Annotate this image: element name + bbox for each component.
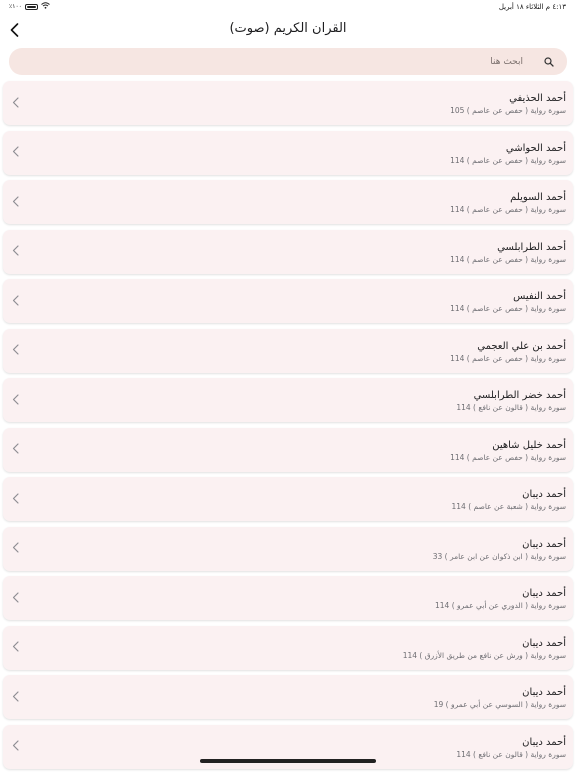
reciter-row[interactable]: أحمد خضر الطرابلسي سورة رواية ( قالون عن… — [3, 378, 573, 422]
reciter-name: أحمد السويلم — [450, 191, 566, 204]
reciter-name: أحمد خليل شاهين — [450, 439, 566, 452]
reciter-text: أحمد ديبان سورة رواية ( ورش عن نافع من ط… — [403, 637, 566, 661]
reciter-row[interactable]: أحمد ديبان سورة رواية ( السوسي عن أبي عم… — [3, 675, 573, 719]
chevron-left-icon — [10, 442, 20, 456]
reciter-row[interactable]: أحمد خليل شاهين سورة رواية ( حفص عن عاصم… — [3, 428, 573, 472]
reciter-text: أحمد بن علي العجمي سورة رواية ( حفص عن ع… — [450, 340, 566, 364]
reciter-row[interactable]: أحمد السويلم سورة رواية ( حفص عن عاصم ) … — [3, 180, 573, 224]
reciter-text: أحمد خضر الطرابلسي سورة رواية ( قالون عن… — [456, 389, 566, 413]
reciter-subtitle: سورة رواية ( الدوري عن أبي عمرو ) 114 — [435, 600, 566, 611]
page-title: القران الكريم (صوت) — [0, 21, 576, 36]
chevron-left-icon — [10, 392, 20, 406]
reciter-subtitle: سورة رواية ( ورش عن نافع من طريق الأزرق … — [403, 650, 566, 661]
reciter-name: أحمد بن علي العجمي — [450, 340, 566, 353]
reciter-subtitle: سورة رواية ( شعبة عن عاصم ) 114 — [451, 501, 566, 512]
reciter-name: أحمد ديبان — [433, 538, 566, 551]
reciter-row[interactable]: أحمد ديبان سورة رواية ( شعبة عن عاصم ) 1… — [3, 477, 573, 521]
reciter-text: أحمد خليل شاهين سورة رواية ( حفص عن عاصم… — [450, 439, 566, 463]
status-bar: ١٠٠٪ ٤:١٣ م الثلاثاء ١٨ أبريل — [0, 0, 576, 14]
chevron-left-icon — [10, 194, 20, 208]
reciter-name: أحمد الحذيفي — [450, 92, 566, 105]
reciter-row[interactable]: أحمد الحذيفي سورة رواية ( حفص عن عاصم ) … — [3, 81, 573, 125]
reciter-text: أحمد الحواشي سورة رواية ( حفص عن عاصم ) … — [450, 142, 566, 166]
search-icon — [543, 56, 555, 68]
reciter-subtitle: سورة رواية ( ابن ذكوان عن ابن عامر ) 33 — [433, 551, 566, 562]
reciter-text: أحمد ديبان سورة رواية ( ابن ذكوان عن ابن… — [433, 538, 566, 562]
reciter-name: أحمد ديبان — [435, 587, 566, 600]
reciter-text: أحمد ديبان سورة رواية ( الدوري عن أبي عم… — [435, 587, 566, 611]
reciter-subtitle: سورة رواية ( حفص عن عاصم ) 105 — [450, 105, 566, 116]
home-indicator — [200, 759, 376, 763]
chevron-left-icon — [10, 640, 20, 654]
reciter-subtitle: سورة رواية ( السوسي عن أبي عمرو ) 19 — [434, 699, 566, 710]
reciter-text: أحمد الطرابلسي سورة رواية ( حفص عن عاصم … — [450, 241, 566, 265]
reciter-name: أحمد النفيس — [450, 290, 566, 303]
reciter-subtitle: سورة رواية ( حفص عن عاصم ) 114 — [450, 155, 566, 166]
chevron-left-icon — [10, 293, 20, 307]
reciter-row[interactable]: أحمد الحواشي سورة رواية ( حفص عن عاصم ) … — [3, 131, 573, 175]
reciter-row[interactable]: أحمد ديبان سورة رواية ( ورش عن نافع من ط… — [3, 626, 573, 670]
reciter-name: أحمد الطرابلسي — [450, 241, 566, 254]
reciter-subtitle: سورة رواية ( حفص عن عاصم ) 114 — [450, 254, 566, 265]
reciter-text: أحمد الحذيفي سورة رواية ( حفص عن عاصم ) … — [450, 92, 566, 116]
reciter-row[interactable]: أحمد ديبان سورة رواية ( ابن ذكوان عن ابن… — [3, 527, 573, 571]
reciter-name: أحمد خضر الطرابلسي — [456, 389, 566, 402]
reciter-text: أحمد ديبان سورة رواية ( قالون عن نافع ) … — [456, 736, 566, 760]
search-bar[interactable] — [9, 48, 567, 75]
search-input[interactable] — [121, 56, 525, 68]
reciter-name: أحمد ديبان — [451, 488, 566, 501]
reciter-name: أحمد ديبان — [434, 686, 566, 699]
reciter-subtitle: سورة رواية ( حفص عن عاصم ) 114 — [450, 353, 566, 364]
reciter-text: أحمد السويلم سورة رواية ( حفص عن عاصم ) … — [450, 191, 566, 215]
reciter-list: أحمد الحذيفي سورة رواية ( حفص عن عاصم ) … — [3, 81, 573, 774]
reciter-text: أحمد ديبان سورة رواية ( السوسي عن أبي عم… — [434, 686, 566, 710]
chevron-left-icon — [10, 95, 20, 109]
reciter-text: أحمد ديبان سورة رواية ( شعبة عن عاصم ) 1… — [451, 488, 566, 512]
chevron-left-icon — [10, 343, 20, 357]
reciter-name: أحمد ديبان — [403, 637, 566, 650]
status-time-date: ٤:١٣ م الثلاثاء ١٨ أبريل — [499, 3, 566, 11]
wifi-icon — [41, 2, 50, 11]
reciter-text: أحمد النفيس سورة رواية ( حفص عن عاصم ) 1… — [450, 290, 566, 314]
reciter-name: أحمد ديبان — [456, 736, 566, 749]
battery-percentage: ١٠٠٪ — [9, 3, 22, 10]
reciter-subtitle: سورة رواية ( قالون عن نافع ) 114 — [456, 402, 566, 413]
reciter-row[interactable]: أحمد الطرابلسي سورة رواية ( حفص عن عاصم … — [3, 230, 573, 274]
reciter-row[interactable]: أحمد ديبان سورة رواية ( الدوري عن أبي عم… — [3, 576, 573, 620]
reciter-subtitle: سورة رواية ( قالون عن نافع ) 114 — [456, 749, 566, 760]
reciter-subtitle: سورة رواية ( حفص عن عاصم ) 114 — [450, 452, 566, 463]
reciter-row[interactable]: أحمد بن علي العجمي سورة رواية ( حفص عن ع… — [3, 329, 573, 373]
status-icons: ١٠٠٪ — [9, 2, 50, 11]
chevron-left-icon — [10, 541, 20, 555]
chevron-left-icon — [10, 590, 20, 604]
reciter-row[interactable]: أحمد النفيس سورة رواية ( حفص عن عاصم ) 1… — [3, 279, 573, 323]
navigation-header: القران الكريم (صوت) — [0, 16, 576, 44]
chevron-left-icon — [10, 491, 20, 505]
chevron-left-icon — [10, 689, 20, 703]
chevron-left-icon — [10, 145, 20, 159]
reciter-subtitle: سورة رواية ( حفص عن عاصم ) 114 — [450, 204, 566, 215]
reciter-name: أحمد الحواشي — [450, 142, 566, 155]
reciter-subtitle: سورة رواية ( حفص عن عاصم ) 114 — [450, 303, 566, 314]
battery-icon — [25, 4, 38, 10]
chevron-left-icon — [10, 739, 20, 753]
chevron-left-icon — [10, 244, 20, 258]
